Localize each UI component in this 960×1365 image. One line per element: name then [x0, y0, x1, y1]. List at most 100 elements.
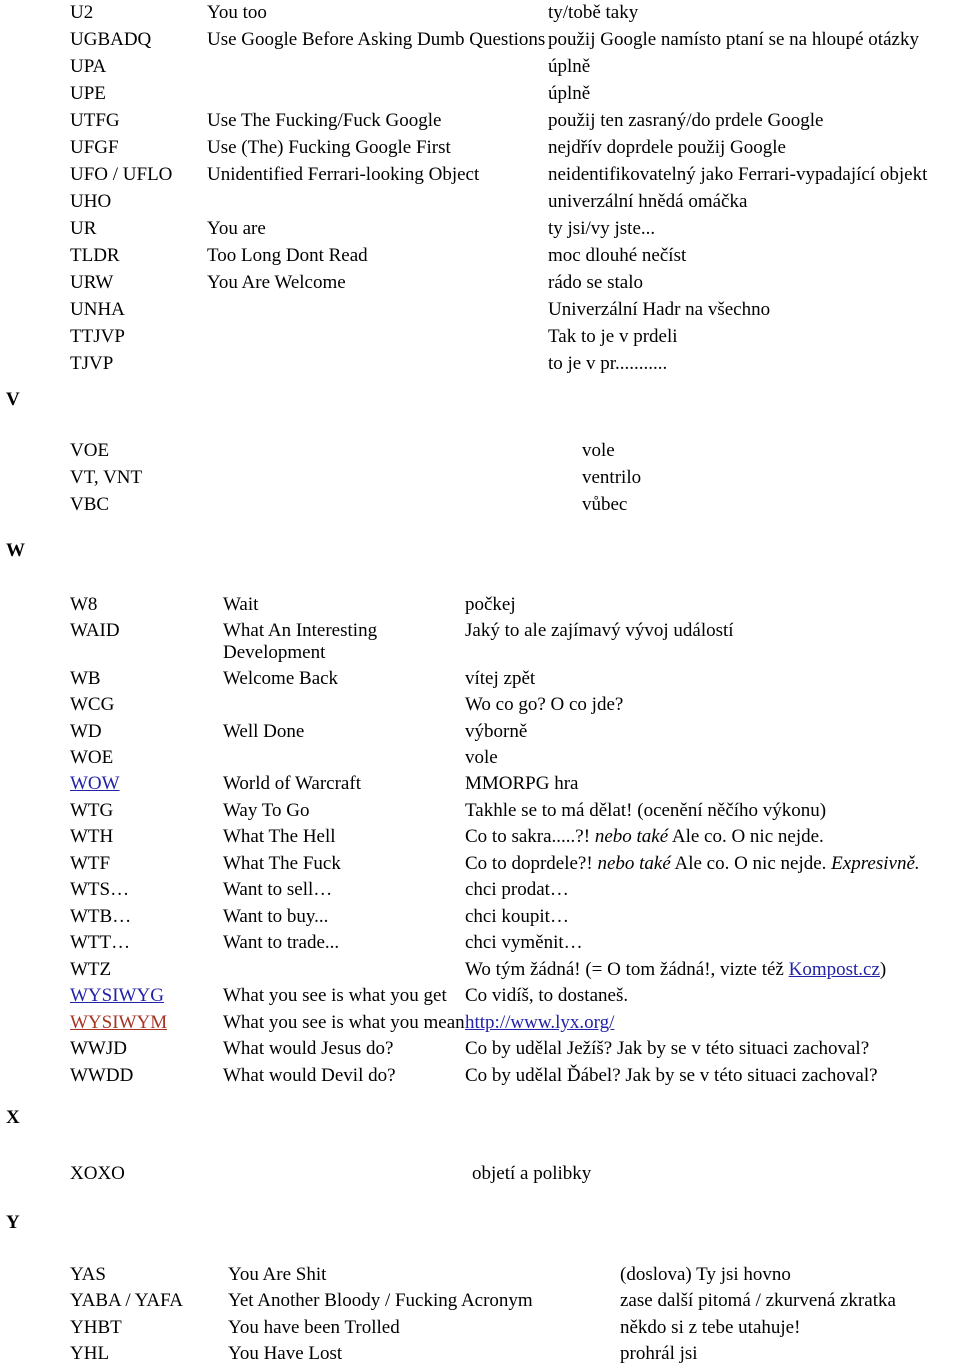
abbr-cell: XOXO [70, 1163, 125, 1184]
translation-cell: počkej [465, 594, 516, 615]
abbr-cell: WD [70, 721, 102, 742]
expansion-cell: Too Long Dont Read [207, 245, 368, 266]
translation-cell: vole [582, 440, 615, 461]
expansion-cell: Use (The) Fucking Google First [207, 137, 451, 158]
translation-cell: Wo co go? O co jde? [465, 694, 624, 715]
text-part: ) [879, 959, 887, 980]
expansion-cell: What The Hell [223, 826, 336, 847]
abbr-cell: WTF [70, 853, 111, 874]
abbr-cell: YHBT [70, 1317, 122, 1338]
translation-cell: (doslova) Ty jsi hovno [620, 1264, 791, 1285]
translation-cell: Univerzální Hadr na všechno [548, 299, 771, 320]
abbr-link-wysiwym[interactable]: WYSIWYM [70, 1012, 167, 1034]
abbr-cell: URW [70, 272, 114, 293]
abbr-link-wysiwyg[interactable]: WYSIWYG [70, 985, 164, 1007]
abbr-cell: UHO [70, 191, 112, 212]
translation-cell: vole [465, 747, 498, 768]
expansion-cell: You Have Lost [228, 1343, 343, 1364]
abbr-cell: VT, VNT [70, 467, 143, 488]
expansion-cell: What would Jesus do? [223, 1038, 394, 1059]
expansion-cell: You have been Trolled [228, 1317, 400, 1338]
abbr-cell: WWJD [70, 1038, 127, 1059]
expansion-cell: You are [207, 218, 266, 239]
translation-cell: někdo si z tebe utahuje! [620, 1317, 801, 1338]
translation-cell: Co to doprdele?! nebo také Ale co. O nic… [465, 853, 920, 875]
section-heading-x: X [6, 1107, 20, 1128]
expansion-cell: Welcome Back [223, 668, 339, 689]
translation-cell: vítej zpět [465, 668, 536, 689]
document-page: U2 You too ty/tobě taky UGBADQ Use Googl… [0, 0, 960, 1364]
expansion-line-1: What An Interesting [223, 620, 378, 641]
italic-part: Expresivně. [831, 853, 920, 874]
abbr-link-wow[interactable]: WOW [70, 773, 120, 795]
expansion-cell: Use Google Before Asking Dumb Questions [207, 29, 546, 50]
expansion-cell: Want to buy... [223, 906, 329, 927]
translation-cell: Tak to je v prdeli [548, 326, 678, 347]
expansion-cell: Well Done [223, 721, 305, 742]
abbr-cell: W8 [70, 594, 98, 615]
expansion-cell: Way To Go [223, 800, 310, 821]
translation-cell: Wo tým žádná! (= O tom žádná!, vizte též… [465, 959, 886, 981]
abbr-cell: UGBADQ [70, 29, 152, 50]
translation-cell: MMORPG hra [465, 773, 579, 794]
translation-cell: Takhle se to má dělat! (ocenění něčího v… [465, 800, 827, 821]
text-part: Co to doprdele?! [465, 853, 598, 874]
text-part: Wo tým žádná! (= O tom žádná!, vizte též [465, 959, 789, 980]
expansion-cell: You too [207, 2, 267, 23]
abbr-cell: TJVP [70, 353, 114, 374]
abbr-cell: UPA [70, 56, 107, 77]
abbr-cell: UPE [70, 83, 106, 104]
expansion-cell: You Are Shit [228, 1264, 327, 1285]
italic-part: nebo také [594, 826, 669, 847]
abbr-cell: UNHA [70, 299, 125, 320]
abbr-cell: YABA / YAFA [70, 1290, 183, 1311]
abbr-cell: WOE [70, 747, 114, 768]
expansion-cell: Yet Another Bloody / Fucking Acronym [228, 1290, 533, 1311]
translation-cell: objetí a polibky [472, 1163, 592, 1184]
abbr-cell: WTS… [70, 879, 130, 900]
abbr-cell: VBC [70, 494, 110, 515]
translation-cell: použij Google namísto ptaní se na hloupé… [548, 29, 919, 50]
abbr-cell: UR [70, 218, 97, 239]
translation-cell: Co to sakra.....?! nebo také Ale co. O n… [465, 826, 824, 848]
translation-cell: ventrilo [582, 467, 642, 488]
abbr-cell: WTH [70, 826, 114, 847]
abbr-cell: TTJVP [70, 326, 125, 347]
translation-cell: neidentifikovatelný jako Ferrari-vypadaj… [548, 164, 928, 185]
expansion-cell: World of Warcraft [223, 773, 361, 794]
section-heading-y: Y [6, 1212, 20, 1233]
translation-cell: chci koupit… [465, 906, 569, 927]
text-part: Ale co. O nic nejde. [670, 853, 832, 874]
abbr-cell: U2 [70, 2, 94, 23]
translation-cell: chci vyměnit… [465, 932, 583, 953]
abbr-cell: WTT… [70, 932, 131, 953]
translation-cell: zase další pitomá / zkurvená zkratka [620, 1290, 896, 1311]
translation-cell: Jaký to ale zajímavý vývoj událostí [465, 620, 734, 641]
expansion-cell: What you see is what you mean [223, 1012, 465, 1033]
abbr-cell: YHL [70, 1343, 110, 1364]
translation-cell: moc dlouhé nečíst [548, 245, 687, 266]
abbr-cell: WTZ [70, 959, 112, 980]
expansion-cell: What you see is what you get [223, 985, 447, 1006]
translation-cell: Co by udělal Ďábel? Jak by se v této sit… [465, 1065, 878, 1086]
translation-cell: výborně [465, 721, 528, 742]
translation-cell: Co by udělal Ježíš? Jak by se v této sit… [465, 1038, 870, 1059]
kompost-link[interactable]: Kompost.cz [789, 959, 880, 980]
abbr-cell: VOE [70, 440, 110, 461]
abbr-cell: WTG [70, 800, 114, 821]
translation-cell: ty/tobě taky [548, 2, 639, 23]
abbr-cell: WAID [70, 620, 120, 641]
expansion-cell: Use The Fucking/Fuck Google [207, 110, 442, 131]
expansion-cell: What The Fuck [223, 853, 341, 874]
expansion-cell: Wait [223, 594, 259, 615]
expansion-cell: What An Interesting Development [223, 620, 377, 664]
abbr-cell: WB [70, 668, 101, 689]
translation-cell: chci prodat… [465, 879, 569, 900]
abbr-cell: YAS [70, 1264, 106, 1285]
translation-cell: prohrál jsi [620, 1343, 698, 1364]
expansion-cell: What would Devil do? [223, 1065, 396, 1086]
lyx-url-link[interactable]: http://www.lyx.org/ [465, 1012, 614, 1034]
translation-cell: úplně [548, 83, 591, 104]
expansion-cell: Want to sell… [223, 879, 333, 900]
translation-cell: rádo se stalo [548, 272, 643, 293]
